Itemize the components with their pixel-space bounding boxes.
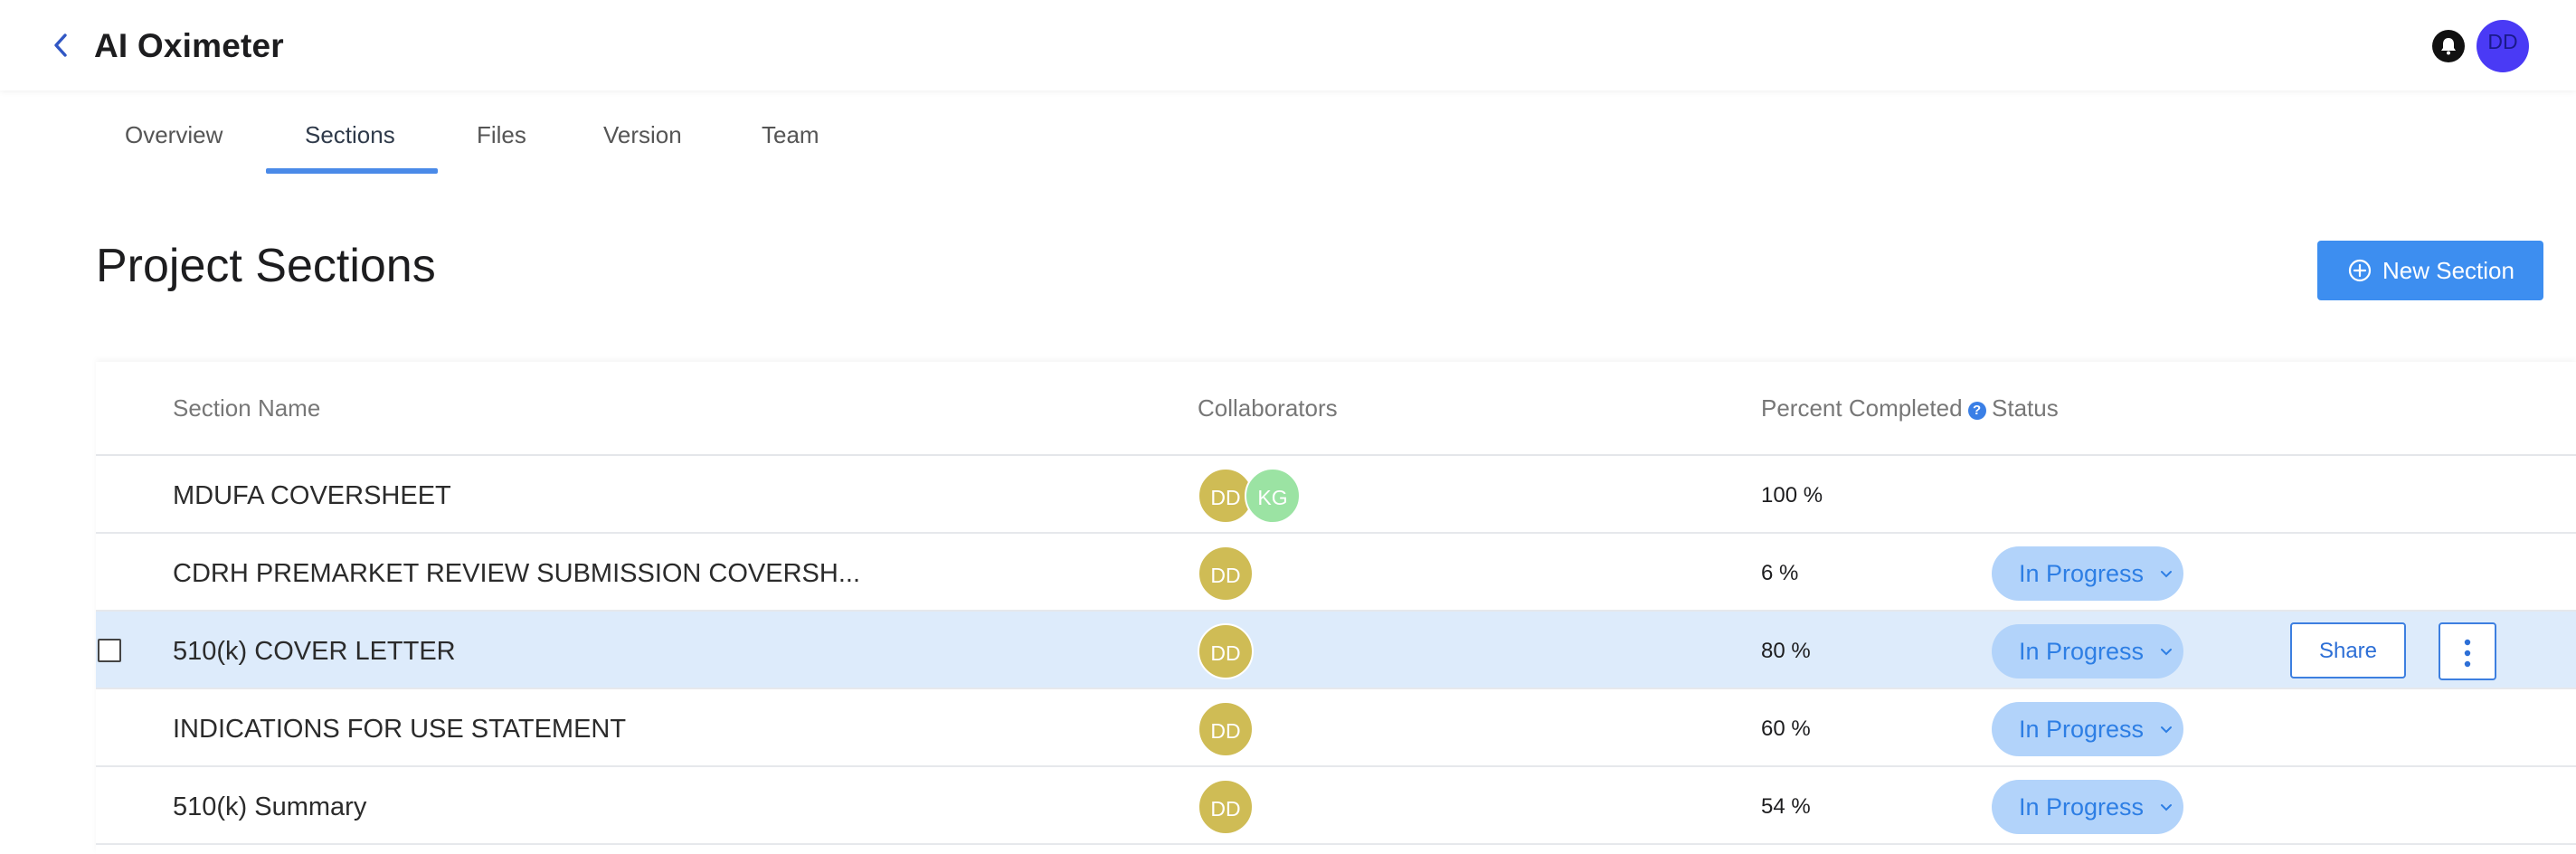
table-header: Section Name Collaborators Percent Compl… <box>96 362 2576 456</box>
column-header-section-name[interactable]: Section Name <box>173 394 320 422</box>
plus-circle-icon <box>2348 259 2372 282</box>
table-row[interactable]: INDICATIONS FOR USE STATEMENT DD 60 % In… <box>96 689 2576 767</box>
tab-overview[interactable]: Overview <box>125 121 223 149</box>
back-button[interactable] <box>49 27 74 63</box>
table-row[interactable]: 510(k) Summary DD 54 % In Progress <box>96 767 2576 845</box>
chevron-left-icon <box>54 33 67 57</box>
percent-completed: 54 % <box>1761 794 1811 819</box>
bell-icon <box>2441 38 2456 55</box>
status-dropdown[interactable]: In Progress <box>1992 546 2183 601</box>
tab-files[interactable]: Files <box>477 121 526 149</box>
new-section-button[interactable]: New Section <box>2317 241 2543 300</box>
percent-completed: 6 % <box>1761 561 1799 585</box>
user-avatar[interactable]: DD <box>2477 20 2529 72</box>
status-label: In Progress <box>2019 716 2145 743</box>
section-name[interactable]: INDICATIONS FOR USE STATEMENT <box>173 715 626 745</box>
status-label: In Progress <box>2019 560 2145 587</box>
share-button[interactable]: Share <box>2290 622 2406 678</box>
more-vertical-icon <box>2464 639 2471 668</box>
status-dropdown[interactable]: In Progress <box>1992 624 2183 678</box>
notifications-button[interactable] <box>2432 30 2465 62</box>
table-row[interactable]: 510(k) COVER LETTER DD 80 % In Progress … <box>96 612 2576 689</box>
percent-completed: 80 % <box>1761 639 1811 663</box>
app-header: AI Oximeter DD <box>0 0 2576 90</box>
table-row[interactable]: CDRH PREMARKET REVIEW SUBMISSION COVERSH… <box>96 534 2576 612</box>
chevron-down-icon <box>2161 571 2172 578</box>
tab-team[interactable]: Team <box>762 121 819 149</box>
sections-table: Section Name Collaborators Percent Compl… <box>96 362 2576 854</box>
column-header-status: Status <box>1992 394 2059 422</box>
page-title: Project Sections <box>96 240 436 292</box>
percent-completed: 100 % <box>1761 483 1823 508</box>
column-header-percent-completed: Percent Completed? <box>1761 394 1986 422</box>
status-label: In Progress <box>2019 793 2145 821</box>
app-title: AI Oximeter <box>94 27 284 64</box>
more-options-button[interactable] <box>2439 622 2496 680</box>
table-row[interactable]: MDUFA COVERSHEET DD KG 100 % <box>96 456 2576 534</box>
tab-sections[interactable]: Sections <box>305 121 395 149</box>
chevron-down-icon <box>2161 726 2172 734</box>
help-icon[interactable]: ? <box>1967 402 1986 420</box>
section-tabs: Overview Sections Files Version Team <box>0 109 995 177</box>
collaborator-avatar: DD <box>1198 701 1254 757</box>
column-header-collaborators: Collaborators <box>1198 394 1338 422</box>
chevron-down-icon <box>2161 804 2172 811</box>
collaborator-avatar: DD <box>1198 779 1254 835</box>
section-name[interactable]: 510(k) Summary <box>173 792 366 822</box>
status-dropdown[interactable]: In Progress <box>1992 702 2183 756</box>
section-name[interactable]: MDUFA COVERSHEET <box>173 481 451 511</box>
status-label: In Progress <box>2019 638 2145 665</box>
status-dropdown[interactable]: In Progress <box>1992 780 2183 834</box>
collaborator-avatar: KG <box>1245 468 1301 524</box>
percent-completed-label: Percent Completed <box>1761 394 1963 422</box>
collaborator-avatar: DD <box>1198 546 1254 602</box>
percent-completed: 60 % <box>1761 716 1811 741</box>
new-section-label: New Section <box>2382 257 2514 284</box>
row-checkbox[interactable] <box>98 639 121 662</box>
section-name[interactable]: CDRH PREMARKET REVIEW SUBMISSION COVERSH… <box>173 559 860 589</box>
active-tab-indicator <box>266 168 438 174</box>
chevron-down-icon <box>2161 649 2172 656</box>
section-name[interactable]: 510(k) COVER LETTER <box>173 637 456 667</box>
tab-version[interactable]: Version <box>603 121 682 149</box>
collaborator-avatar: DD <box>1198 623 1254 679</box>
